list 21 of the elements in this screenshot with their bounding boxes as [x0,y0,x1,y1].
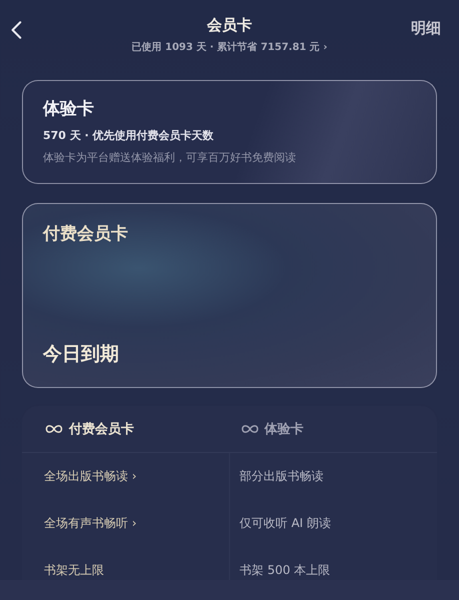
trial-card[interactable]: 体验卡 570 天 · 优先使用付费会员卡天数 体验卡为平台赠送体验福利，可享百万好书免费阅读 [22,80,437,184]
usage-summary-link[interactable]: 已使用 1093 天 · 累计节省 7157.81 元 › [132,40,328,54]
details-button[interactable]: 明细 [411,18,441,38]
paid-card[interactable]: 付费会员卡 今日到期 [22,203,437,388]
benefit-text: 全场出版书畅读 › [44,468,137,485]
column-heading: 体验卡 [264,421,304,438]
card-info: 570 天 · 优先使用付费会员卡天数 [43,128,215,143]
back-icon[interactable] [10,20,22,40]
page-title: 会员卡 [207,16,252,35]
expiry-status: 今日到期 [43,342,120,367]
benefit-text: 仅可收听 AI 朗读 [240,515,331,532]
benefit-text: 全场有声书畅听 › [44,515,137,532]
benefit-text: 书架无上限 [44,562,104,579]
benefit-text: 书架 500 本上限 [240,562,330,579]
infinity-icon [44,424,64,434]
column-heading: 付费会员卡 [69,421,134,438]
card-description: 体验卡为平台赠送体验福利，可享百万好书免费阅读 [43,150,297,165]
card-title: 付费会员卡 [43,223,129,245]
card-title: 体验卡 [43,98,95,120]
benefit-text: 部分出版书畅读 [240,468,324,485]
infinity-icon [240,424,260,434]
